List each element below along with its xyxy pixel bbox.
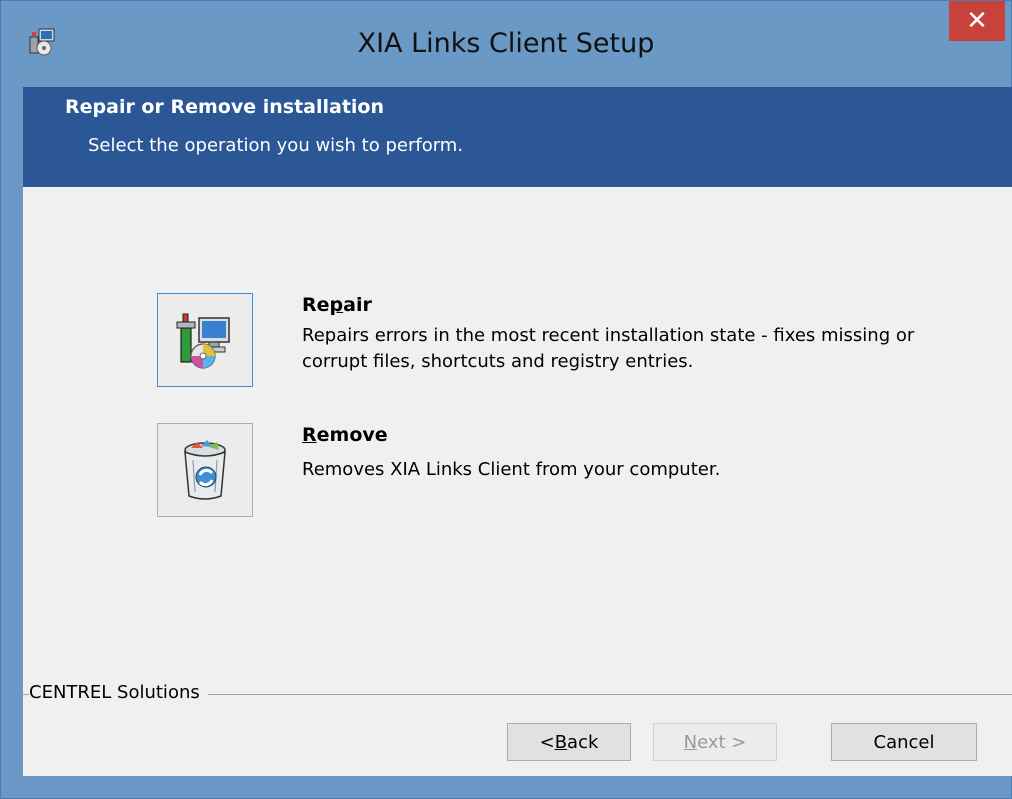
repair-button[interactable] bbox=[157, 293, 253, 387]
brand-separator: CENTREL Solutions bbox=[23, 682, 1012, 706]
close-icon: ✕ bbox=[966, 6, 988, 36]
content-area: Repair Repairs errors in the most recent… bbox=[23, 187, 1012, 776]
back-button[interactable]: < Back bbox=[507, 723, 631, 761]
header-banner: Repair or Remove installation Select the… bbox=[23, 87, 1012, 187]
remove-description: Removes XIA Links Client from your compu… bbox=[302, 459, 721, 480]
cancel-button[interactable]: Cancel bbox=[831, 723, 977, 761]
page-title: Repair or Remove installation bbox=[65, 96, 385, 118]
setup-window: XIA Links Client Setup ✕ Repair or Remov… bbox=[0, 0, 1012, 799]
repair-title: Repair bbox=[302, 294, 372, 316]
recycle-bin-icon bbox=[184, 440, 226, 500]
repair-description: Repairs errors in the most recent instal… bbox=[302, 325, 915, 372]
remove-button[interactable] bbox=[157, 423, 253, 517]
title-bar[interactable]: XIA Links Client Setup ✕ bbox=[1, 1, 1011, 87]
brand-label: CENTREL Solutions bbox=[29, 682, 208, 703]
window-title: XIA Links Client Setup bbox=[357, 28, 655, 59]
close-button[interactable]: ✕ bbox=[949, 1, 1005, 41]
next-button[interactable]: Next > bbox=[653, 723, 777, 761]
repair-icon bbox=[176, 313, 230, 369]
remove-title: Remove bbox=[302, 424, 388, 446]
page-subtitle: Select the operation you wish to perform… bbox=[88, 135, 464, 156]
